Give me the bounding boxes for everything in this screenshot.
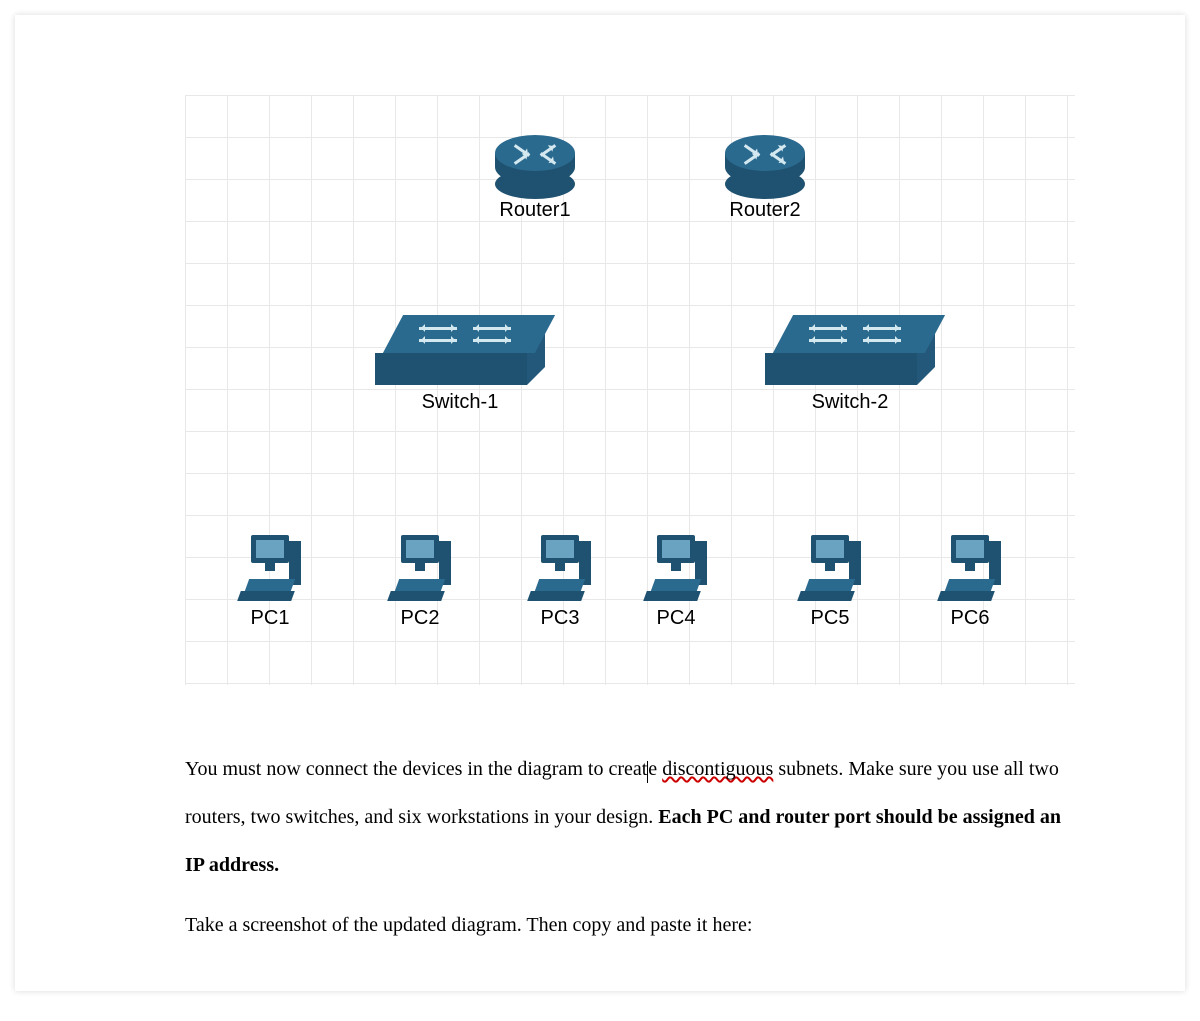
pc-3[interactable]: PC3 (529, 535, 591, 630)
switch-1-label: Switch-1 (375, 391, 545, 414)
pc-2-label: PC2 (389, 607, 451, 630)
network-diagram-canvas[interactable]: Router1 Router2 (185, 95, 1075, 685)
pc-5[interactable]: PC5 (799, 535, 861, 630)
pc-icon (799, 535, 861, 601)
paragraph-2: Take a screenshot of the updated diagram… (185, 901, 1065, 949)
paragraph-1: You must now connect the devices in the … (185, 745, 1065, 889)
document-page: Router1 Router2 (15, 15, 1185, 991)
pc-5-label: PC5 (799, 607, 861, 630)
instruction-text[interactable]: You must now connect the devices in the … (185, 745, 1065, 949)
pc-icon (239, 535, 301, 601)
pc-4[interactable]: PC4 (645, 535, 707, 630)
pc-1-label: PC1 (239, 607, 301, 630)
spellcheck-word[interactable]: discontiguous (662, 758, 773, 780)
switch-2[interactable]: Switch-2 (765, 315, 935, 414)
pc-3-label: PC3 (529, 607, 591, 630)
router-2-label: Router2 (725, 199, 805, 222)
pc-icon (389, 535, 451, 601)
router-1[interactable]: Router1 (495, 135, 575, 222)
pc-6-label: PC6 (939, 607, 1001, 630)
switch-icon (375, 315, 545, 385)
pc-icon (529, 535, 591, 601)
router-icon (495, 135, 575, 193)
router-2[interactable]: Router2 (725, 135, 805, 222)
pc-icon (645, 535, 707, 601)
router-icon (725, 135, 805, 193)
switch-2-label: Switch-2 (765, 391, 935, 414)
switch-icon (765, 315, 935, 385)
pc-1[interactable]: PC1 (239, 535, 301, 630)
pc-4-label: PC4 (645, 607, 707, 630)
pc-2[interactable]: PC2 (389, 535, 451, 630)
pc-icon (939, 535, 1001, 601)
router-1-label: Router1 (495, 199, 575, 222)
switch-1[interactable]: Switch-1 (375, 315, 545, 414)
pc-6[interactable]: PC6 (939, 535, 1001, 630)
